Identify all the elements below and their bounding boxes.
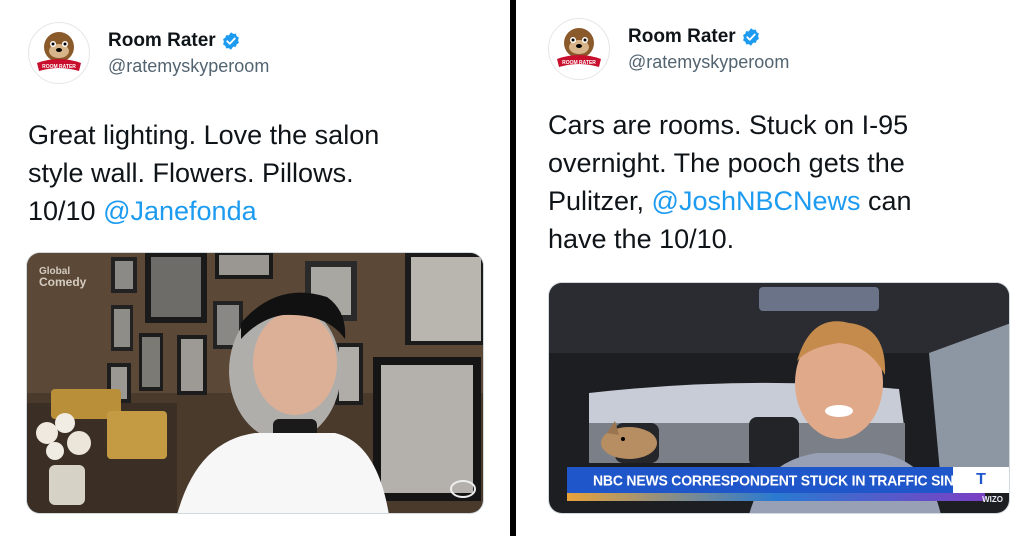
tweet-line-text: can	[860, 186, 912, 216]
display-name[interactable]: Room Rater	[108, 30, 216, 52]
display-name[interactable]: Room Rater	[628, 26, 736, 48]
tweet-media-image[interactable]: Global Comedy	[26, 252, 484, 514]
tweet-media-image[interactable]: NBC NEWS CORRESPONDENT STUCK IN TRAFFIC …	[548, 282, 1010, 514]
verified-badge-icon	[742, 27, 759, 46]
mention-link[interactable]: @Janefonda	[103, 196, 257, 226]
tweet-line-text: Pulitzer,	[548, 186, 652, 216]
tweet-line: Pulitzer, @JoshNBCNews can	[548, 182, 1008, 220]
tweet-text: Cars are rooms. Stuck on I-95 overnight.…	[548, 106, 1008, 258]
channel-watermark: Global Comedy	[39, 267, 87, 289]
verified-badge-icon	[222, 31, 239, 50]
tweet-line: have the 10/10.	[548, 224, 735, 254]
tweet-line: Cars are rooms. Stuck on I-95	[548, 110, 909, 140]
tweet-card-left: ROOM RATER Room Rater @ratemyskyperoom G…	[0, 0, 510, 536]
room-rater-avatar-icon[interactable]: ROOM RATER	[548, 18, 610, 80]
tweet-line: Great lighting. Love the salon	[28, 120, 380, 150]
room-rater-avatar-icon[interactable]: ROOM RATER	[28, 22, 90, 84]
watermark-big: Comedy	[39, 275, 87, 289]
tweet-card-right: ROOM RATER Room Rater @ratemyskyperoom C…	[516, 0, 1024, 536]
corner-text: WIZO	[982, 495, 1003, 504]
mention-link[interactable]: @JoshNBCNews	[652, 186, 861, 216]
tweet-header: ROOM RATER Room Rater @ratemyskyperoom	[28, 22, 269, 84]
handle[interactable]: @ratemyskyperoom	[108, 56, 269, 77]
avatar-lettering: ROOM RATER	[42, 64, 76, 70]
tweet-line: 10/10 @Janefonda	[28, 192, 488, 230]
chyron-text: NBC NEWS CORRESPONDENT STUCK IN TRAFFIC …	[593, 471, 1005, 489]
chyron-strip	[567, 493, 985, 501]
network-badge: T	[953, 467, 1009, 493]
handle[interactable]: @ratemyskyperoom	[628, 52, 789, 73]
tweet-text: Great lighting. Love the salon style wal…	[28, 116, 488, 230]
tweet-line-text: 10/10	[28, 196, 104, 226]
tweet-line: overnight. The pooch gets the	[548, 148, 905, 178]
tweet-header: ROOM RATER Room Rater @ratemyskyperoom	[548, 18, 789, 80]
news-chyron: NBC NEWS CORRESPONDENT STUCK IN TRAFFIC …	[567, 467, 1009, 493]
tweet-line: style wall. Flowers. Pillows.	[28, 158, 354, 188]
avatar-lettering: ROOM RATER	[562, 60, 596, 66]
